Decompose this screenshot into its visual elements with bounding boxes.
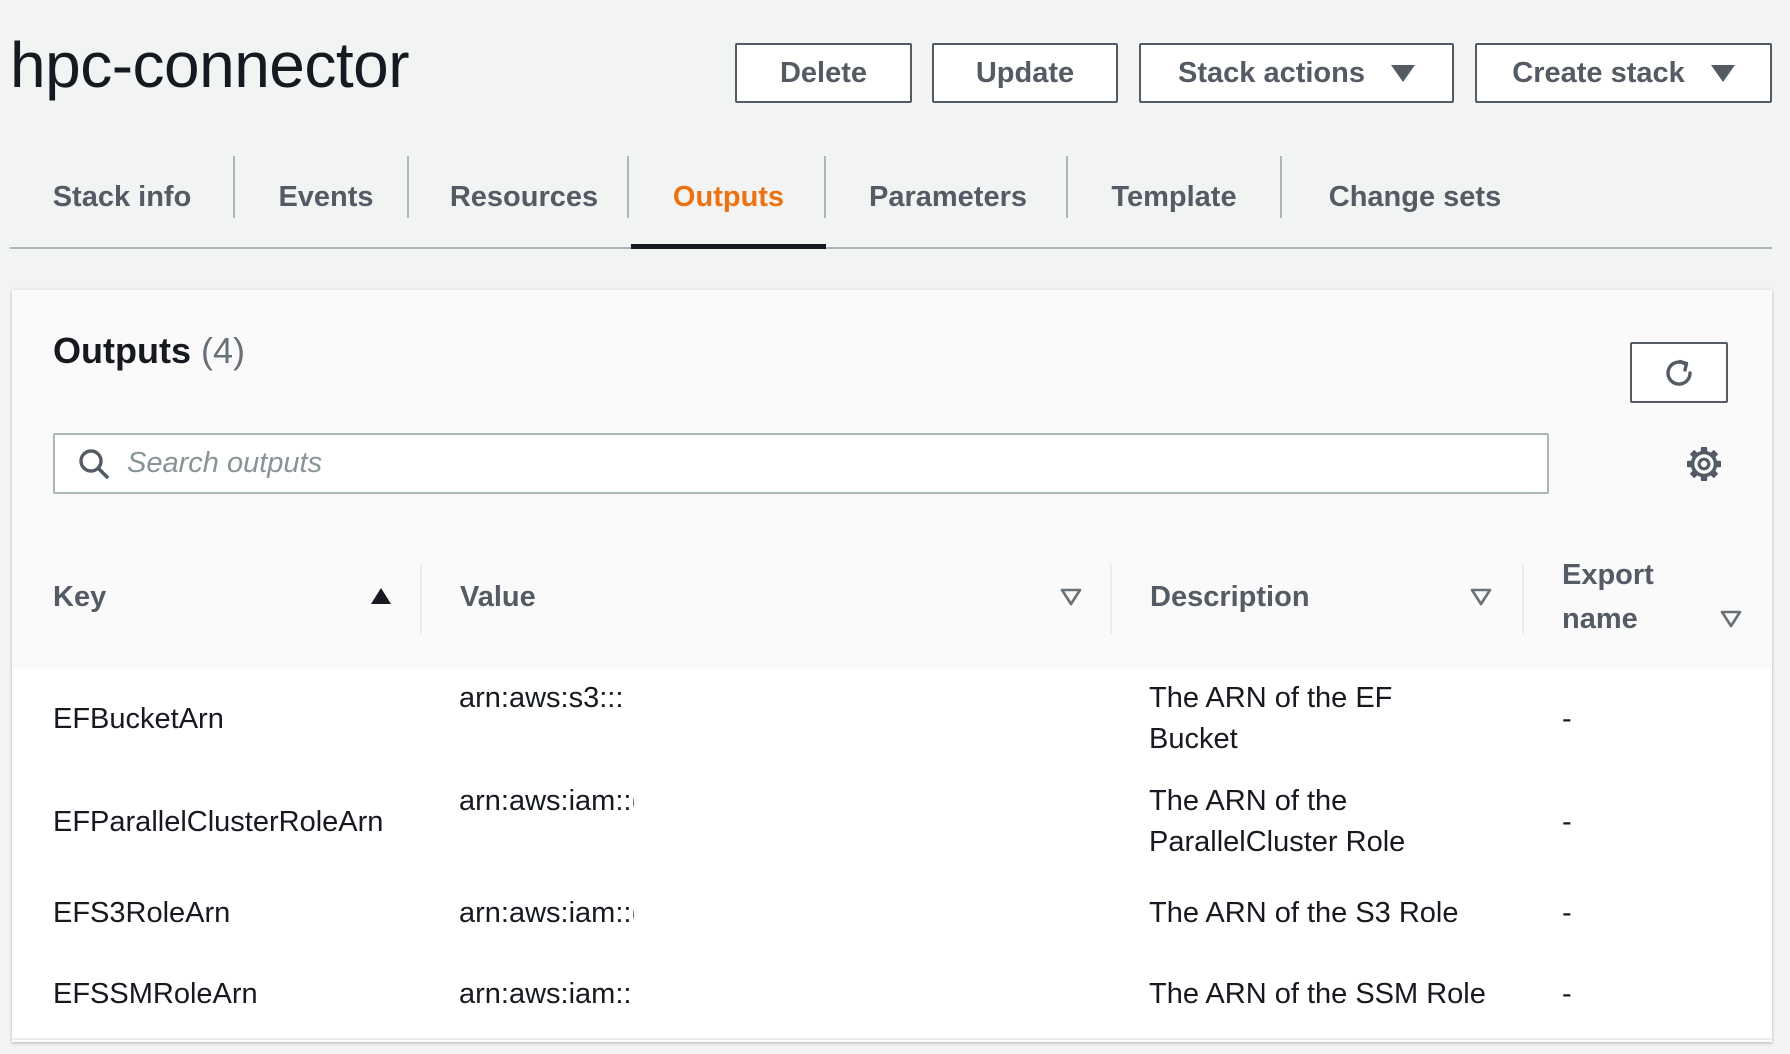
column-header-label: Description bbox=[1150, 581, 1310, 613]
tab-divider bbox=[627, 156, 629, 218]
table-header: Key Value Description Export name bbox=[12, 526, 1772, 670]
cell-key: EFParallelClusterRoleArn bbox=[53, 806, 384, 838]
panel-title: Outputs (4) bbox=[53, 330, 245, 372]
column-header-description[interactable]: Description bbox=[1150, 526, 1540, 668]
column-header-label: Export name bbox=[1562, 559, 1654, 635]
cell-value: arn:aws:s3::: bbox=[459, 682, 624, 714]
delete-button[interactable]: Delete bbox=[735, 43, 912, 103]
tab-events[interactable]: Events bbox=[235, 148, 417, 247]
panel-header: Outputs (4) bbox=[12, 290, 1772, 527]
tab-template[interactable]: Template bbox=[1068, 148, 1280, 247]
table-row[interactable]: EFS3RoleArn arn:aws:iam::( The ARN of th… bbox=[12, 874, 1772, 956]
tab-change-sets[interactable]: Change sets bbox=[1282, 148, 1548, 247]
column-header-label: Value bbox=[460, 581, 536, 613]
tab-label: Template bbox=[1111, 181, 1237, 213]
tab-label: Outputs bbox=[672, 181, 785, 213]
table-row[interactable]: EFBucketArn arn:aws:s3::: The ARN of the… bbox=[12, 668, 1772, 773]
column-header-export-name[interactable]: Export name bbox=[1562, 526, 1762, 668]
column-header-label: Key bbox=[53, 581, 107, 613]
outputs-count: (4) bbox=[201, 330, 245, 371]
column-header-value[interactable]: Value bbox=[460, 526, 1100, 668]
tab-label: Events bbox=[278, 181, 374, 213]
tab-resources[interactable]: Resources bbox=[409, 148, 639, 247]
caret-up-icon bbox=[371, 588, 391, 604]
cell-export-name: - bbox=[1562, 703, 1572, 735]
cell-description: The ARN of the SSM Role bbox=[1149, 978, 1486, 1010]
stack-actions-button[interactable]: Stack actions bbox=[1139, 43, 1454, 103]
tab-bar: Stack info Events Resources Outputs Para… bbox=[10, 148, 1772, 249]
page-title: hpc-connector bbox=[10, 29, 410, 101]
settings-button[interactable] bbox=[1682, 442, 1726, 486]
tab-parameters[interactable]: Parameters bbox=[826, 148, 1070, 247]
cell-value: arn:aws:iam::( bbox=[459, 897, 634, 929]
cell-description: The ARN of the EF Bucket bbox=[1149, 682, 1393, 755]
caret-down-icon bbox=[1390, 64, 1415, 82]
cell-value: arn:aws:iam::( bbox=[459, 785, 634, 817]
tab-label: Stack info bbox=[52, 181, 192, 213]
cell-export-name: - bbox=[1562, 897, 1572, 929]
cell-description: The ARN of the S3 Role bbox=[1149, 897, 1459, 929]
gear-icon bbox=[1687, 447, 1721, 481]
cell-key: EFBucketArn bbox=[53, 703, 224, 735]
column-header-key[interactable]: Key bbox=[53, 526, 393, 668]
tab-label: Change sets bbox=[1328, 181, 1502, 213]
tab-label: Resources bbox=[449, 181, 599, 213]
column-divider bbox=[1522, 564, 1524, 634]
create-stack-button[interactable]: Create stack bbox=[1475, 43, 1772, 103]
search-icon bbox=[61, 435, 127, 492]
refresh-icon bbox=[1666, 359, 1692, 386]
column-divider bbox=[1110, 564, 1112, 634]
table-row[interactable]: EFParallelClusterRoleArn arn:aws:iam::( … bbox=[12, 771, 1772, 876]
cell-export-name: - bbox=[1562, 978, 1572, 1010]
caret-down-outline-icon bbox=[1060, 588, 1082, 606]
cell-key: EFSSMRoleArn bbox=[53, 978, 258, 1010]
refresh-button[interactable] bbox=[1630, 342, 1728, 403]
cell-key: EFS3RoleArn bbox=[53, 897, 231, 929]
panel-title-text: Outputs bbox=[53, 330, 191, 371]
search-input[interactable] bbox=[127, 438, 1507, 489]
cell-export-name: - bbox=[1562, 806, 1572, 838]
create-stack-label: Create stack bbox=[1512, 56, 1685, 89]
tab-stack-info[interactable]: Stack info bbox=[10, 148, 234, 247]
delete-button-label: Delete bbox=[779, 56, 868, 89]
update-button[interactable]: Update bbox=[932, 43, 1118, 103]
tab-outputs[interactable]: Outputs bbox=[631, 148, 826, 249]
stack-actions-label: Stack actions bbox=[1178, 56, 1365, 89]
caret-down-outline-icon bbox=[1470, 588, 1492, 606]
search-box bbox=[53, 433, 1549, 494]
column-divider bbox=[420, 564, 422, 634]
outputs-panel: Outputs (4) Search outputs Key Value Des… bbox=[12, 290, 1772, 1042]
table-row[interactable]: EFSSMRoleArn arn:aws:iam:: The ARN of th… bbox=[12, 954, 1772, 1040]
caret-down-icon bbox=[1710, 64, 1735, 82]
caret-down-outline-icon bbox=[1720, 610, 1742, 628]
tab-label: Parameters bbox=[869, 181, 1027, 213]
cell-description: The ARN of the ParallelCluster Role bbox=[1149, 785, 1406, 858]
cell-value: arn:aws:iam:: bbox=[459, 978, 632, 1010]
update-button-label: Update bbox=[975, 56, 1075, 89]
